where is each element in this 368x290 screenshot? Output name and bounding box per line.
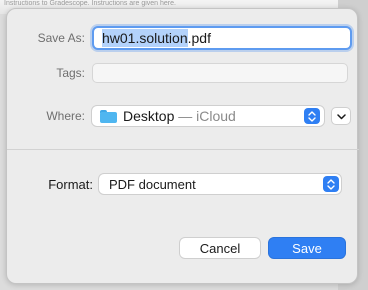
- chevron-down-icon: [336, 107, 346, 125]
- tags-label: Tags:: [56, 66, 85, 80]
- where-label: Where:: [46, 109, 85, 123]
- expand-dialog-button[interactable]: [331, 107, 351, 125]
- folder-icon: [100, 109, 117, 123]
- background-text: Instructions to Gradescope. Instructions…: [4, 0, 176, 7]
- save-button[interactable]: Save: [268, 237, 346, 259]
- divider: [7, 149, 359, 150]
- up-down-chevron-icon: [323, 176, 339, 192]
- format-label: Format:: [48, 177, 93, 192]
- filename-extension: .pdf: [187, 30, 211, 46]
- format-popup[interactable]: PDF document: [98, 173, 342, 195]
- where-location-popup[interactable]: Desktop — iCloud: [91, 105, 325, 127]
- save-dialog: Save As: hw01.solution .pdf Tags: Where: …: [6, 8, 359, 284]
- filename-field[interactable]: hw01.solution .pdf: [92, 26, 352, 50]
- save-as-label: Save As:: [37, 31, 85, 45]
- tags-field[interactable]: [92, 63, 348, 83]
- format-value: PDF document: [109, 176, 196, 192]
- up-down-chevron-icon: [304, 108, 320, 124]
- filename-selected-text: hw01.solution: [102, 29, 188, 47]
- where-location-name: — iCloud: [174, 108, 236, 124]
- cancel-button[interactable]: Cancel: [179, 237, 261, 259]
- where-folder-name: Desktop: [123, 108, 175, 124]
